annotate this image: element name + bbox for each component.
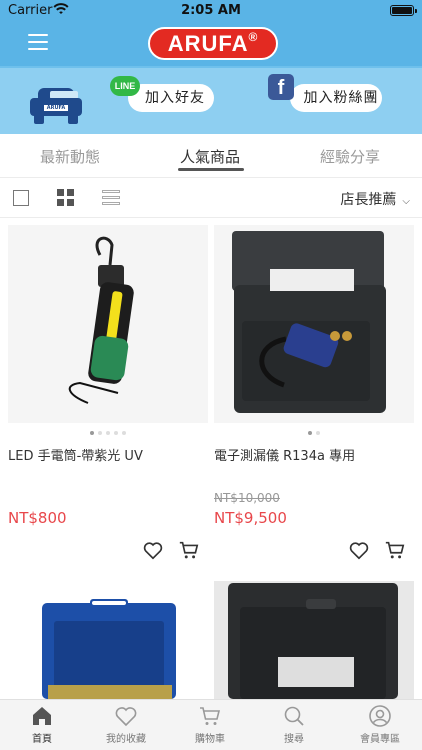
- status-bar: Carrier 2:05 AM: [0, 0, 422, 22]
- menu-icon-line: [28, 34, 48, 36]
- flashlight-image: [8, 225, 208, 423]
- clock: 2:05 AM: [181, 3, 241, 18]
- product-image-black-tool-case[interactable]: [214, 581, 414, 699]
- grid-cell: [67, 189, 74, 196]
- leak-detector-image: [214, 225, 414, 423]
- sort-label: 店長推薦: [340, 192, 397, 208]
- car-plate: ARUFA: [44, 105, 68, 111]
- heart-icon[interactable]: [348, 539, 370, 561]
- cart-icon[interactable]: [384, 539, 406, 561]
- product-image-leak-detector[interactable]: [214, 225, 414, 423]
- product-original-price: NT$10,000: [214, 491, 280, 505]
- menu-icon-line: [28, 41, 48, 43]
- sort-dropdown[interactable]: 店長推薦 ⌵: [340, 189, 410, 209]
- home-icon: [33, 707, 51, 725]
- car-wheel: [68, 114, 78, 124]
- list-line: [102, 202, 120, 205]
- line-add-friend-button[interactable]: 加入好友: [128, 84, 214, 112]
- view-toolbar: 店長推薦 ⌵: [0, 178, 422, 218]
- heart-icon[interactable]: [142, 539, 164, 561]
- tab-latest-news[interactable]: 最新動態: [40, 146, 100, 167]
- search-icon: [284, 706, 304, 726]
- grid-cell: [57, 199, 64, 206]
- nav-cart[interactable]: 購物車: [168, 704, 252, 745]
- nav-member[interactable]: 會員專區: [338, 704, 422, 745]
- list-line: [102, 196, 120, 199]
- product-name[interactable]: LED 手電筒-帶紫光 UV: [8, 445, 208, 464]
- nav-label: 我的收藏: [106, 734, 146, 745]
- nav-label: 會員專區: [360, 734, 400, 745]
- list-view-icon[interactable]: [102, 190, 120, 206]
- black-tool-case-image: [214, 581, 414, 699]
- tab-popular-products[interactable]: 人氣商品: [180, 146, 240, 167]
- registered-mark: ®: [248, 30, 259, 44]
- facebook-icon[interactable]: f: [268, 74, 294, 100]
- cart-icon: [200, 707, 221, 725]
- car-icon: ARUFA: [30, 88, 82, 126]
- grid-cell: [57, 189, 64, 196]
- tab-experience-sharing[interactable]: 經驗分享: [320, 146, 380, 167]
- image-pager-dots: [214, 431, 414, 435]
- grid-cell: [67, 199, 74, 206]
- image-pager-dots: [8, 431, 208, 435]
- nav-home[interactable]: 首頁: [0, 704, 84, 745]
- battery-icon: [390, 5, 417, 16]
- product-price: NT$800: [8, 509, 67, 527]
- product-price: NT$9,500: [214, 509, 287, 527]
- nav-search[interactable]: 搜尋: [252, 704, 336, 745]
- user-icon: [369, 705, 391, 727]
- list-line: [102, 190, 120, 193]
- blue-tool-case-image: [8, 581, 208, 699]
- menu-icon-line: [28, 48, 48, 50]
- car-wheel: [34, 114, 44, 124]
- chevron-down-icon: ⌵: [402, 196, 410, 207]
- nav-label: 首頁: [32, 734, 52, 745]
- product-name[interactable]: 電子測漏儀 R134a 專用: [214, 445, 414, 464]
- category-tabs: 最新動態 人氣商品 經驗分享: [0, 134, 422, 178]
- heart-icon: [115, 707, 137, 727]
- product-image-blue-tool-case[interactable]: [8, 581, 208, 699]
- single-view-toggle[interactable]: [13, 190, 29, 206]
- grid-view-icon[interactable]: [57, 189, 74, 206]
- logo-text: ARUFA: [167, 31, 249, 56]
- line-icon[interactable]: LINE: [110, 76, 140, 96]
- active-tab-indicator: [178, 168, 244, 171]
- cart-icon[interactable]: [178, 539, 200, 561]
- facebook-fan-page-button[interactable]: 加入粉絲團: [290, 84, 382, 112]
- app-header: Carrier 2:05 AM ARUFA®: [0, 0, 422, 66]
- menu-button[interactable]: [28, 34, 50, 52]
- product-image-led-flashlight[interactable]: [8, 225, 208, 423]
- nav-label: 搜尋: [284, 734, 304, 745]
- nav-label: 購物車: [195, 734, 225, 745]
- bottom-tab-bar: 首頁 我的收藏 購物車 搜尋 會員專區: [0, 699, 422, 750]
- arufa-logo[interactable]: ARUFA®: [148, 27, 278, 60]
- nav-favorites[interactable]: 我的收藏: [84, 704, 168, 745]
